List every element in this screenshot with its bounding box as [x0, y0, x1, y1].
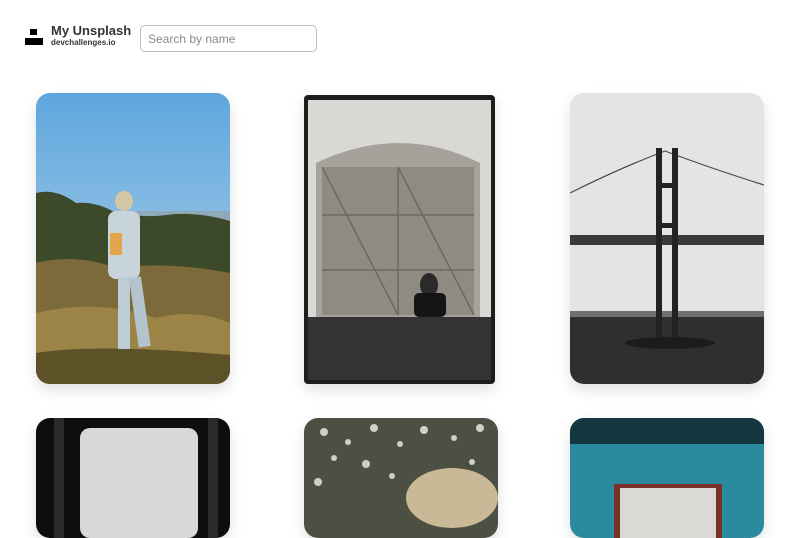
photo-card[interactable] — [36, 418, 230, 538]
photo-flowers-closeup — [304, 418, 498, 538]
brand-text: My Unsplash devchallenges.io — [51, 24, 131, 47]
photo-card[interactable] — [36, 93, 230, 384]
photo-dark-frame — [36, 418, 230, 538]
photo-person-on-hill — [36, 93, 230, 384]
brand-subtitle: devchallenges.io — [51, 38, 116, 47]
search-input[interactable] — [140, 25, 317, 52]
brand-logo[interactable]: My Unsplash devchallenges.io — [24, 24, 131, 47]
app-header: My Unsplash devchallenges.io — [24, 24, 131, 47]
photo-blue-wall-sign — [570, 418, 764, 538]
photo-suspension-bridge — [570, 93, 764, 384]
unsplash-logo-icon — [24, 26, 44, 46]
photo-wooden-barn-door — [304, 95, 495, 384]
photo-card[interactable] — [304, 418, 498, 538]
photo-card[interactable] — [570, 418, 764, 538]
brand-title: My Unsplash — [51, 23, 132, 38]
photo-card[interactable] — [570, 93, 764, 384]
photo-card[interactable] — [304, 95, 495, 384]
